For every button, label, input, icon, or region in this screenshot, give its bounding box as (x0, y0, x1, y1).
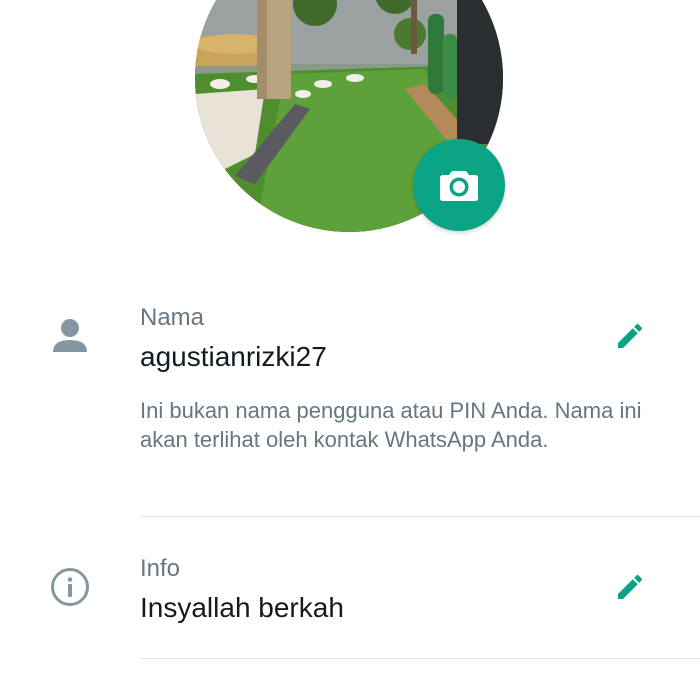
edit-name-button[interactable] (608, 314, 652, 358)
divider (140, 658, 700, 659)
edit-about-button[interactable] (608, 565, 652, 609)
about-value[interactable]: Insyallah berkah (140, 592, 344, 624)
name-hint: Ini bukan nama pengguna atau PIN Anda. N… (140, 398, 642, 452)
pencil-icon (618, 574, 643, 599)
camera-icon (440, 171, 478, 201)
about-label: Info (140, 555, 181, 582)
person-icon (51, 318, 89, 359)
divider (140, 516, 700, 517)
name-label: Nama (140, 304, 205, 331)
pencil-icon (618, 323, 643, 348)
name-value[interactable]: agustianrizki27 (140, 341, 327, 373)
change-photo-button[interactable] (413, 139, 505, 231)
info-icon (50, 567, 90, 612)
